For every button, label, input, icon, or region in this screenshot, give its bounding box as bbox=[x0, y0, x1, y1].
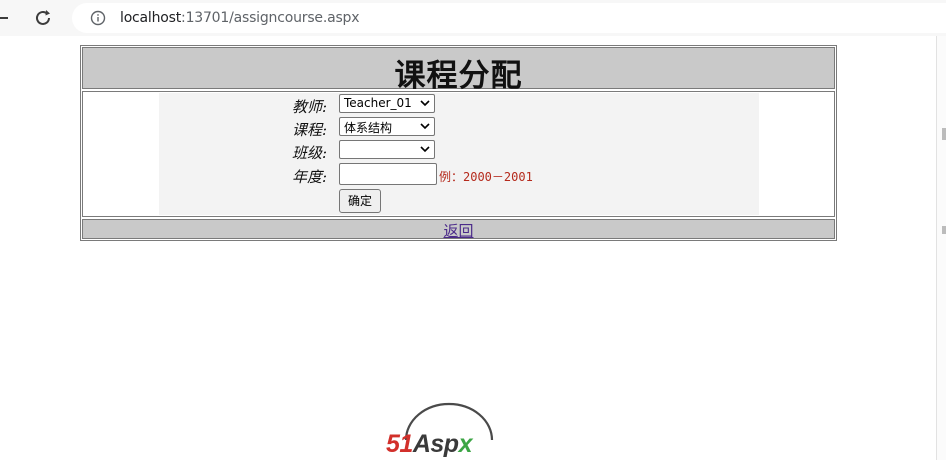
site-logo: 51Aspx bbox=[386, 400, 516, 460]
scrollbar-marker bbox=[942, 226, 946, 234]
url-path: :13701/assigncourse.aspx bbox=[181, 10, 360, 26]
teacher-select[interactable]: Teacher_01 bbox=[339, 94, 435, 113]
form-cell: 教师: Teacher_01 课程: 体系结构 班级: 年度: 例：2000－2… bbox=[82, 91, 835, 217]
year-input[interactable] bbox=[339, 163, 437, 185]
submit-row: 确定 bbox=[159, 189, 759, 213]
year-label: 年度: bbox=[291, 168, 327, 186]
assign-course-table: 课程分配 教师: Teacher_01 课程: 体系结构 班级: 年度: 例：2… bbox=[80, 45, 837, 241]
chevron-down-icon bbox=[420, 146, 430, 153]
course-row: 课程: 体系结构 bbox=[159, 117, 759, 139]
teacher-row: 教师: Teacher_01 bbox=[159, 94, 759, 116]
title-cell: 课程分配 bbox=[82, 47, 835, 94]
footer-cell: 返回 bbox=[82, 219, 835, 241]
url-text[interactable]: localhost:13701/assigncourse.aspx bbox=[120, 10, 360, 26]
logo-part-51: 51 bbox=[386, 430, 413, 458]
scrollbar-marker bbox=[942, 128, 946, 140]
class-row: 班级: bbox=[159, 140, 759, 162]
chevron-down-icon bbox=[420, 100, 430, 107]
logo-part-a: A bbox=[412, 430, 431, 458]
browser-toolbar: localhost:13701/assigncourse.aspx bbox=[0, 0, 946, 36]
minimize-icon[interactable] bbox=[0, 17, 8, 19]
logo-part-sp: sp bbox=[430, 430, 459, 458]
url-host: localhost bbox=[120, 10, 182, 26]
logo-part-x: x bbox=[458, 430, 473, 458]
address-bar[interactable]: localhost:13701/assigncourse.aspx bbox=[72, 3, 946, 33]
teacher-label: 教师: bbox=[291, 98, 327, 116]
scrollbar-track[interactable] bbox=[936, 36, 946, 460]
year-hint: 例：2000－2001 bbox=[439, 170, 533, 184]
course-select[interactable]: 体系结构 bbox=[339, 117, 435, 136]
info-icon[interactable] bbox=[90, 10, 106, 26]
confirm-button[interactable]: 确定 bbox=[339, 189, 381, 213]
chevron-down-icon bbox=[420, 123, 430, 130]
logo-text: 51Aspx bbox=[386, 430, 472, 459]
course-select-value: 体系结构 bbox=[344, 121, 393, 135]
year-row: 年度: 例：2000－2001 bbox=[159, 163, 759, 186]
teacher-select-value: Teacher_01 bbox=[344, 96, 412, 110]
class-label: 班级: bbox=[291, 144, 327, 162]
reload-icon[interactable] bbox=[33, 8, 53, 28]
form-panel: 教师: Teacher_01 课程: 体系结构 班级: 年度: 例：2000－2… bbox=[159, 93, 759, 215]
class-select[interactable] bbox=[339, 140, 435, 159]
back-link[interactable]: 返回 bbox=[83, 220, 834, 241]
page-title: 课程分配 bbox=[394, 58, 523, 94]
course-label: 课程: bbox=[291, 121, 327, 139]
